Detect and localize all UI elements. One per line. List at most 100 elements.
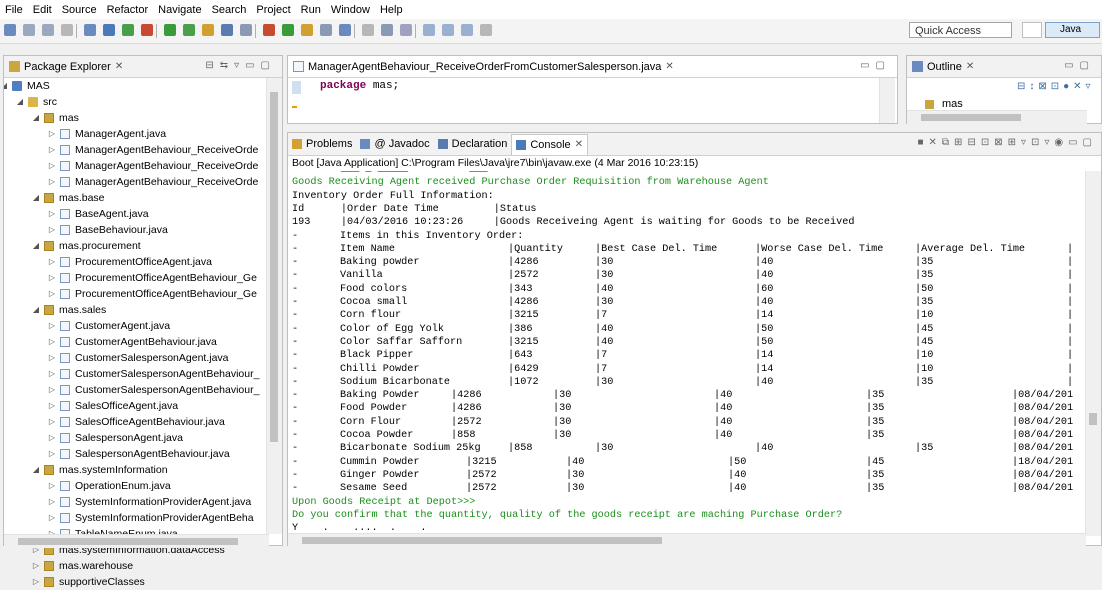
tree-item[interactable]: ▷ SystemInformationProviderAgent.java (4, 494, 266, 510)
vscroll-thumb[interactable] (1089, 413, 1097, 425)
tree-item[interactable]: ▷ ProcurementOfficeAgentBehaviour_Ge (4, 270, 266, 286)
menu-item[interactable]: Edit (28, 4, 57, 16)
tree-item[interactable]: ▷ SalespersonAgentBehaviour.java (4, 446, 266, 462)
toolbar-icon[interactable] (61, 24, 73, 36)
quick-access-input[interactable]: Quick Access (909, 22, 1012, 38)
tree-item[interactable]: ▷ SystemInformationProviderAgentBeha (4, 510, 266, 526)
toolbar-icon[interactable] (423, 24, 435, 36)
collapsed-arrow-icon[interactable]: ▷ (48, 494, 56, 510)
collapsed-arrow-icon[interactable]: ▷ (48, 318, 56, 334)
close-icon[interactable]: ✕ (115, 61, 123, 72)
collapsed-arrow-icon[interactable]: ▷ (48, 222, 56, 238)
toolbar-icon[interactable] (84, 24, 96, 36)
vscroll-thumb[interactable] (270, 92, 278, 442)
collapsed-arrow-icon[interactable]: ▷ (48, 142, 56, 158)
tree-item[interactable]: ◢ mas.base (4, 190, 266, 206)
hscroll-thumb[interactable] (18, 538, 238, 545)
toolbar-icon[interactable] (240, 24, 252, 36)
package-explorer-vscrollbar[interactable] (266, 78, 282, 534)
toolbar-icon[interactable] (320, 24, 332, 36)
toolbar-icon[interactable] (42, 24, 54, 36)
editor-view-controls[interactable]: ▭▢ (860, 60, 891, 71)
expanded-arrow-icon[interactable]: ◢ (32, 110, 40, 126)
toolbar-icon[interactable] (103, 24, 115, 36)
console-vscrollbar[interactable] (1085, 171, 1101, 536)
menu-item[interactable]: Run (296, 4, 326, 16)
menu-item[interactable]: Project (251, 4, 295, 16)
tree-item[interactable]: ▷ CustomerAgent.java (4, 318, 266, 334)
toolbar-icon[interactable] (362, 24, 374, 36)
tree-item[interactable]: ▷ SalesOfficeAgent.java (4, 398, 266, 414)
tree-item[interactable]: ▷ supportiveClasses (4, 574, 266, 590)
outline-item[interactable]: mas (925, 98, 963, 110)
outline-tab[interactable]: Outline ✕ ▭▢ (907, 56, 1101, 78)
toolbar-icon[interactable] (461, 24, 473, 36)
tree-item[interactable]: ▷ ManagerAgent.java (4, 126, 266, 142)
editor-tab[interactable]: ManagerAgentBehaviour_ReceiveOrderFromCu… (288, 56, 897, 78)
menu-item[interactable]: Window (326, 4, 375, 16)
outline-hscrollbar[interactable] (907, 110, 1087, 124)
collapsed-arrow-icon[interactable]: ▷ (48, 254, 56, 270)
java-perspective-button[interactable]: Java (1045, 22, 1100, 38)
collapsed-arrow-icon[interactable]: ▷ (48, 510, 56, 526)
tree-item[interactable]: ▷ CustomerSalespersonAgentBehaviour_ (4, 366, 266, 382)
view-controls[interactable]: ⊟⇆▿▭▢ (205, 60, 276, 71)
console-hscrollbar[interactable] (288, 533, 1086, 547)
tree-item[interactable]: ▷ ProcurementOfficeAgentBehaviour_Ge (4, 286, 266, 302)
toolbar-icon[interactable] (381, 24, 393, 36)
menu-item[interactable]: Source (57, 4, 102, 16)
menu-item[interactable]: File (0, 4, 28, 16)
tab-declaration[interactable]: Declaration (434, 134, 512, 154)
tree-item[interactable]: ▷ ManagerAgentBehaviour_ReceiveOrde (4, 142, 266, 158)
editor-vscrollbar[interactable] (879, 78, 895, 123)
expanded-arrow-icon[interactable]: ◢ (32, 238, 40, 254)
toolbar-icon[interactable] (400, 24, 412, 36)
tree-item[interactable]: ▷ CustomerSalespersonAgentBehaviour_ (4, 382, 266, 398)
console-toolbar[interactable]: ■✕⧉⊞⊟⊡⊠⊞▿⊡▿◉▭▢ (918, 137, 1098, 148)
toolbar-icon[interactable] (301, 24, 313, 36)
collapsed-arrow-icon[interactable]: ▷ (48, 398, 56, 414)
collapsed-arrow-icon[interactable]: ▷ (48, 286, 56, 302)
editor-code-line[interactable]: package mas; (320, 80, 399, 92)
collapsed-arrow-icon[interactable]: ▷ (48, 174, 56, 190)
tree-item[interactable]: ◢ MAS (4, 78, 266, 94)
tree-item[interactable]: ▷ SalesOfficeAgentBehaviour.java (4, 414, 266, 430)
tab-problems[interactable]: Problems (288, 134, 356, 154)
collapsed-arrow-icon[interactable]: ▷ (32, 574, 40, 590)
collapsed-arrow-icon[interactable]: ▷ (48, 382, 56, 398)
package-tree[interactable]: ◢MAS◢src◢mas▷ManagerAgent.java▷ManagerAg… (4, 78, 266, 590)
collapsed-arrow-icon[interactable]: ▷ (32, 558, 40, 574)
toolbar-icon[interactable] (4, 24, 16, 36)
tree-item[interactable]: ▷ SalespersonAgent.java (4, 430, 266, 446)
tree-item[interactable]: ▷ OperationEnum.java (4, 478, 266, 494)
tree-item[interactable]: ▷ BaseBehaviour.java (4, 222, 266, 238)
tab-javadoc[interactable]: @ Javadoc (356, 134, 433, 154)
outline-view-controls[interactable]: ▭▢ (1064, 60, 1095, 71)
toolbar-icon[interactable] (339, 24, 351, 36)
tree-item[interactable]: ▷ ProcurementOfficeAgent.java (4, 254, 266, 270)
tree-item[interactable]: ▷ BaseAgent.java (4, 206, 266, 222)
tree-item[interactable]: ▷ ManagerAgentBehaviour_ReceiveOrde (4, 174, 266, 190)
collapsed-arrow-icon[interactable]: ▷ (48, 206, 56, 222)
expanded-arrow-icon[interactable]: ◢ (32, 190, 40, 206)
menu-item[interactable]: Help (375, 4, 408, 16)
toolbar-icon[interactable] (202, 24, 214, 36)
open-perspective-button[interactable] (1022, 22, 1042, 38)
tree-item[interactable]: ▷ ManagerAgentBehaviour_ReceiveOrde (4, 158, 266, 174)
tree-item[interactable]: ◢ mas.sales (4, 302, 266, 318)
toolbar-icon[interactable] (442, 24, 454, 36)
expanded-arrow-icon[interactable]: ◢ (16, 94, 24, 110)
toolbar-icon[interactable] (141, 24, 153, 36)
collapsed-arrow-icon[interactable]: ▷ (48, 446, 56, 462)
menu-item[interactable]: Refactor (102, 4, 154, 16)
toolbar-icon[interactable] (263, 24, 275, 36)
package-explorer-tab[interactable]: Package Explorer ✕ ⊟⇆▿▭▢ (4, 56, 282, 78)
outline-toolbar[interactable]: ⊟↕⊠⊡●✕▿ (1017, 81, 1095, 92)
toolbar-icon[interactable] (23, 24, 35, 36)
close-icon[interactable]: ✕ (665, 61, 673, 72)
expanded-arrow-icon[interactable]: ◢ (4, 78, 8, 94)
toolbar-icon[interactable] (183, 24, 195, 36)
collapsed-arrow-icon[interactable]: ▷ (48, 334, 56, 350)
hscroll-thumb[interactable] (921, 114, 1021, 121)
close-icon[interactable]: ✕ (966, 61, 974, 72)
